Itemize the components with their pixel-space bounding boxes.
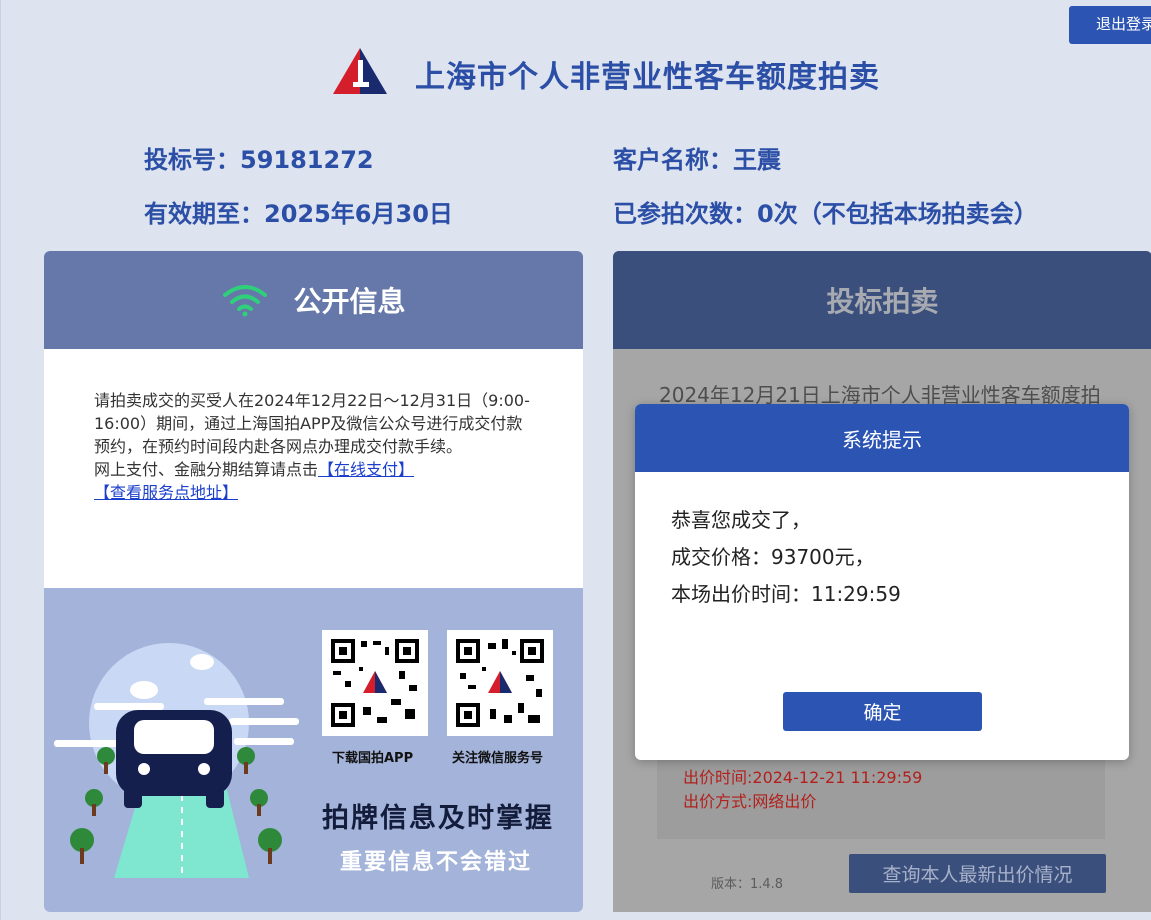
page: 退出登录 上海市个人非营业性客车额度拍卖 投标号：59181272 客户名称：王… xyxy=(0,0,1151,920)
app-qr-code xyxy=(322,630,428,736)
dialog-title: 系统提示 xyxy=(635,404,1129,472)
public-info-card: 公开信息 请拍卖成交的买受人在2024年12月22日～12月31日（9:00-1… xyxy=(44,251,583,912)
car-illustration-icon xyxy=(54,643,299,878)
logo-icon xyxy=(333,48,387,94)
service-address-link[interactable]: 【查看服务点地址】 xyxy=(94,483,238,502)
payment-line: 网上支付、金融分期结算请点击【在线支付】 xyxy=(94,458,533,481)
slogan-sub: 重要信息不会错过 xyxy=(340,850,533,875)
wechat-qr-label: 关注微信服务号 xyxy=(452,751,544,766)
logout-button[interactable]: 退出登录 xyxy=(1069,6,1151,44)
dialog-bid-time: 本场出价时间：11:29:59 xyxy=(671,582,901,606)
public-info-header: 公开信息 xyxy=(44,251,583,349)
dialog-congrats: 恭喜您成交了， xyxy=(671,508,811,532)
online-pay-link[interactable]: 【在线支付】 xyxy=(318,460,414,479)
app-qr-label: 下载国拍APP xyxy=(332,751,414,766)
query-latest-bid-button[interactable]: 查询本人最新出价情况 xyxy=(849,854,1106,893)
auction-header: 投标拍卖 xyxy=(613,251,1151,349)
promo-banner: 下载国拍APP 关注微信服务号 拍牌信息及时掌握 重要信息不会错过 xyxy=(44,588,583,912)
payment-prefix: 网上支付、金融分期结算请点击 xyxy=(94,460,319,479)
bid-time: 出价时间:2024-12-21 11:29:59 xyxy=(683,768,923,787)
site-title: 上海市个人非营业性客车额度拍卖 xyxy=(415,60,880,95)
public-info-title: 公开信息 xyxy=(293,285,406,318)
valid-until: 有效期至：2025年6月30日 xyxy=(144,200,453,228)
participation-count: 已参拍次数：0次（不包括本场拍卖会） xyxy=(613,200,1038,228)
notice-paragraph: 请拍卖成交的买受人在2024年12月22日～12月31日（9:00-16:00）… xyxy=(94,391,530,456)
wechat-qr-icon xyxy=(454,637,546,729)
bid-number: 投标号：59181272 xyxy=(144,146,374,174)
version-label: 版本：1.4.8 xyxy=(711,877,784,892)
system-prompt-dialog: 系统提示 恭喜您成交了， 成交价格：93700元， 本场出价时间：11:29:5… xyxy=(635,404,1129,760)
service-line: 【查看服务点地址】 xyxy=(94,481,533,504)
app-qr-icon xyxy=(329,637,421,729)
bid-method: 出价方式:网络出价 xyxy=(683,792,817,811)
dialog-price: 成交价格：93700元， xyxy=(671,545,875,569)
slogan-main: 拍牌信息及时掌握 xyxy=(322,803,554,834)
confirm-button[interactable]: 确定 xyxy=(783,692,982,731)
wifi-icon xyxy=(223,285,268,317)
wechat-qr-code xyxy=(447,630,553,736)
customer-name: 客户名称：王震 xyxy=(613,146,781,174)
public-info-body: 请拍卖成交的买受人在2024年12月22日～12月31日（9:00-16:00）… xyxy=(44,349,583,588)
